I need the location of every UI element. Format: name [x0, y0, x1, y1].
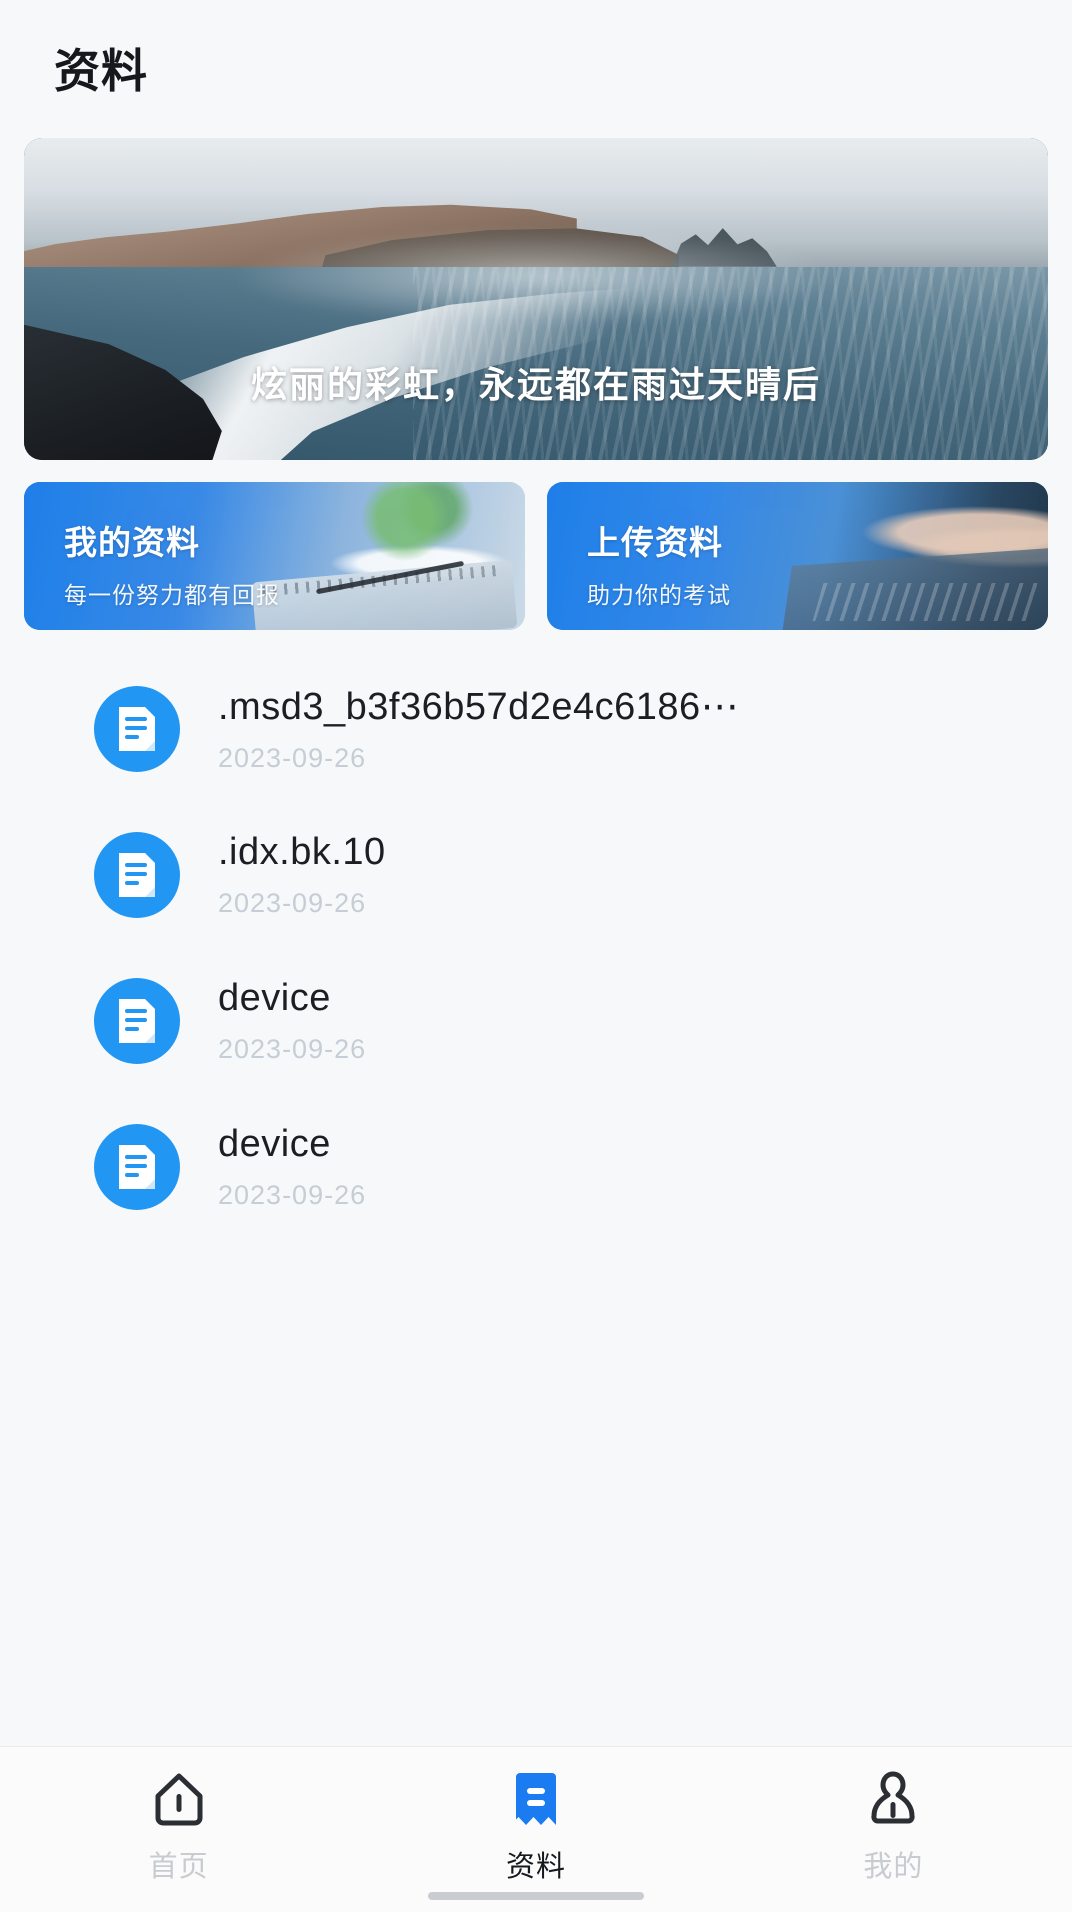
- tab-home[interactable]: 首页: [0, 1771, 357, 1885]
- person-icon: [867, 1771, 919, 1829]
- file-name: device: [218, 1123, 331, 1165]
- list-item-texts: device 2023-09-26: [218, 1123, 1042, 1211]
- keyboard-prop: [812, 582, 1044, 622]
- file-date: 2023-09-26: [218, 888, 367, 918]
- file-date: 2023-09-26: [218, 1034, 367, 1064]
- file-date: 2023-09-26: [218, 1180, 367, 1210]
- list-item-texts: .idx.bk.10 2023-09-26: [218, 831, 1042, 919]
- document-icon: [94, 832, 180, 918]
- my-materials-card-subtitle: 每一份努力都有回报: [64, 582, 280, 608]
- file-name: .msd3_b3f36b57d2e4c6186⋯: [218, 686, 740, 728]
- list-item[interactable]: .msd3_b3f36b57d2e4c6186⋯ 2023-09-26: [30, 656, 1042, 802]
- tab-materials[interactable]: 资料: [357, 1771, 714, 1885]
- file-list: .msd3_b3f36b57d2e4c6186⋯ 2023-09-26 .idx…: [24, 656, 1048, 1240]
- tab-profile-label: 我的: [863, 1851, 924, 1883]
- feature-card-row: 我的资料 每一份努力都有回报 上传资料 助力你的考试: [24, 482, 1048, 630]
- hero-mist: [228, 228, 844, 325]
- list-item-texts: .msd3_b3f36b57d2e4c6186⋯ 2023-09-26: [218, 684, 1042, 774]
- document-icon: [94, 686, 180, 772]
- file-date: 2023-09-26: [218, 743, 367, 773]
- upload-materials-card-title: 上传资料: [587, 524, 723, 561]
- upload-materials-card-texts: 上传资料 助力你的考试: [587, 516, 731, 610]
- bottom-tab-bar: 首页 资料 我的: [0, 1746, 1072, 1912]
- hero-image: [24, 138, 1048, 460]
- upload-materials-card[interactable]: 上传资料 助力你的考试: [547, 482, 1048, 630]
- app-screen: 资料 炫丽的彩虹，永远都在雨过天晴后 我的资料 每一份努力都有回报 上传资料 助…: [0, 0, 1072, 1912]
- main-content: 炫丽的彩虹，永远都在雨过天晴后 我的资料 每一份努力都有回报 上传资料 助力你的: [0, 118, 1072, 1746]
- home-icon: [153, 1771, 205, 1829]
- tab-home-label: 首页: [148, 1851, 209, 1883]
- file-name: device: [218, 977, 331, 1019]
- my-materials-card-texts: 我的资料 每一份努力都有回报: [64, 516, 280, 610]
- list-item-texts: device 2023-09-26: [218, 977, 1042, 1065]
- tab-profile[interactable]: 我的: [715, 1771, 1072, 1885]
- document-icon: [94, 978, 180, 1064]
- upload-materials-card-subtitle: 助力你的考试: [587, 582, 731, 608]
- hero-caption: 炫丽的彩虹，永远都在雨过天晴后: [250, 364, 821, 405]
- my-materials-card[interactable]: 我的资料 每一份努力都有回报: [24, 482, 525, 630]
- hero-banner[interactable]: 炫丽的彩虹，永远都在雨过天晴后: [24, 138, 1048, 460]
- my-materials-card-title: 我的资料: [64, 524, 200, 561]
- page-header: 资料: [0, 0, 1072, 118]
- home-indicator[interactable]: [428, 1892, 644, 1900]
- page-title: 资料: [54, 45, 148, 97]
- list-item[interactable]: device 2023-09-26: [30, 1094, 1042, 1240]
- tab-materials-label: 资料: [505, 1851, 566, 1883]
- list-item[interactable]: device 2023-09-26: [30, 948, 1042, 1094]
- bookmark-document-icon: [511, 1771, 561, 1829]
- file-name: .idx.bk.10: [218, 831, 386, 873]
- list-item[interactable]: .idx.bk.10 2023-09-26: [30, 802, 1042, 948]
- document-icon: [94, 1124, 180, 1210]
